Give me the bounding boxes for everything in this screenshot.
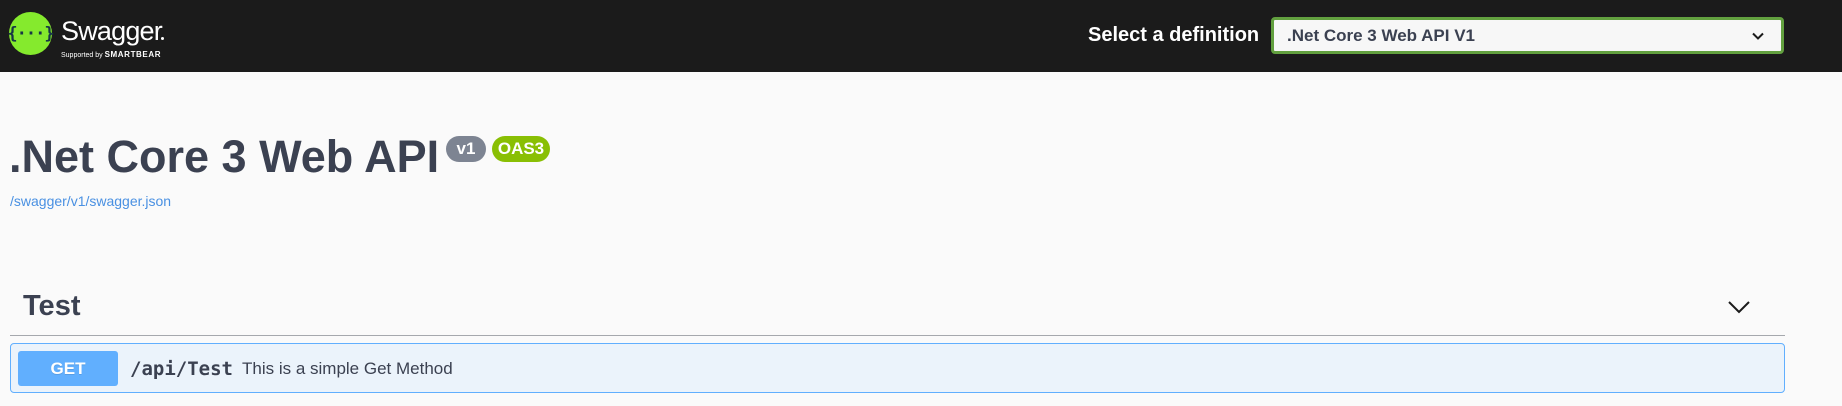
operation-get-api-test[interactable]: GET /api/Test This is a simple Get Metho… (10, 343, 1785, 393)
tag-section-test[interactable]: Test (10, 280, 1785, 336)
chevron-down-icon (1752, 32, 1764, 40)
version-badge: v1 (446, 136, 486, 162)
logo-dot (161, 37, 164, 40)
operation-summary: This is a simple Get Method (242, 359, 453, 378)
brand-subtitle: Supported by SMARTBEAR (61, 50, 161, 59)
operation-path: /api/Test (130, 358, 233, 380)
tag-name: Test (23, 290, 81, 322)
definition-select[interactable]: .Net Core 3 Web API V1 (1271, 17, 1784, 54)
brand-subtitle-company: SMARTBEAR (104, 50, 162, 59)
definition-label: Select a definition (1088, 24, 1260, 46)
api-title: .Net Core 3 Web API (9, 131, 440, 182)
method-badge: GET (18, 351, 118, 386)
swagger-logo[interactable]: {···} Swagger Supported by SMARTBEAR (7, 12, 201, 62)
brand-subtitle-prefix: Supported by (61, 52, 103, 59)
brand-name: Swagger (61, 16, 163, 46)
chevron-down-icon[interactable] (1727, 300, 1751, 314)
top-bar: {···} Swagger Supported by SMARTBEAR Sel… (0, 0, 1842, 72)
spec-json-link[interactable]: /swagger/v1/swagger.json (10, 193, 171, 209)
definition-selected-value: .Net Core 3 Web API V1 (1287, 25, 1475, 45)
oas-badge: OAS3 (492, 136, 550, 162)
logo-text: Swagger Supported by SMARTBEAR (61, 12, 201, 62)
swagger-logo-icon: {···} (7, 12, 55, 55)
